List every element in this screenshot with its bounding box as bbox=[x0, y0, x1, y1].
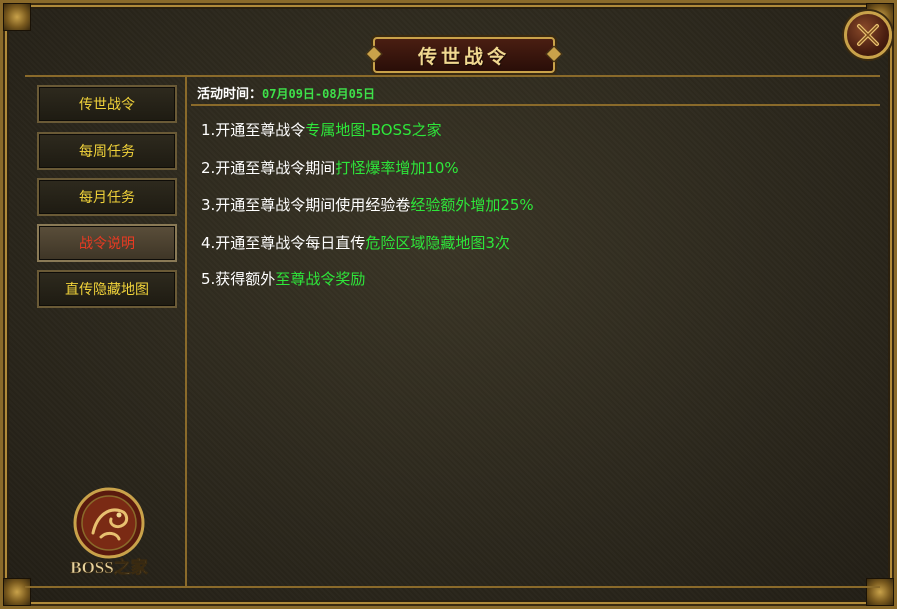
event-time-value: 07月09日-08月05日 bbox=[262, 87, 376, 101]
event-time: 活动时间：07月09日-08月05日 bbox=[197, 83, 375, 102]
item-text: 4.开通至尊战令每日直传 bbox=[201, 234, 366, 252]
sidebar-item-label: 传世战令 bbox=[79, 97, 135, 113]
boss-home-logo: BOSS之家 bbox=[57, 485, 161, 581]
main-content: 活动时间：07月09日-08月05日 1.开通至尊战令专属地图-BOSS之家 2… bbox=[191, 77, 880, 587]
sidebar-item-hidden-map[interactable]: 直传隐藏地图 bbox=[37, 270, 177, 308]
item-highlight: 专属地图-BOSS之家 bbox=[305, 121, 442, 139]
item-highlight: 打怪爆率增加10% bbox=[335, 159, 459, 177]
item-text: 5.获得额外 bbox=[201, 270, 276, 288]
dialog-frame: 传世战令 传世战令 每周任务 每月任务 战令说明 直传隐藏地图 BOSS之家 活… bbox=[0, 0, 897, 609]
content-divider bbox=[191, 104, 880, 106]
item-text: 2.开通至尊战令期间 bbox=[201, 159, 336, 177]
close-x-icon bbox=[857, 24, 879, 46]
sidebar-item-label: 战令说明 bbox=[79, 236, 135, 252]
sidebar-item-pass-description[interactable]: 战令说明 bbox=[37, 224, 177, 262]
item-text: 3.开通至尊战令期间使用经验卷 bbox=[201, 196, 411, 214]
list-item: 3.开通至尊战令期间使用经验卷经验额外增加25% bbox=[201, 194, 534, 215]
item-highlight: 经验额外增加25% bbox=[410, 196, 534, 214]
sidebar-item-label: 每周任务 bbox=[79, 144, 135, 160]
sidebar-item-label: 每月任务 bbox=[79, 190, 135, 206]
item-highlight: 危险区域隐藏地图3次 bbox=[365, 234, 510, 252]
bottom-divider bbox=[25, 586, 880, 588]
list-item: 1.开通至尊战令专属地图-BOSS之家 bbox=[201, 119, 442, 140]
logo-text: BOSS之家 bbox=[70, 557, 147, 577]
title-plate: 传世战令 bbox=[373, 37, 555, 73]
dialog-title: 传世战令 bbox=[417, 45, 510, 68]
sidebar: 传世战令 每周任务 每月任务 战令说明 直传隐藏地图 BOSS之家 bbox=[27, 77, 187, 587]
list-item: 5.获得额外至尊战令奖励 bbox=[201, 268, 365, 289]
sidebar-item-weekly-tasks[interactable]: 每周任务 bbox=[37, 132, 177, 170]
item-highlight: 至尊战令奖励 bbox=[275, 270, 366, 288]
list-item: 4.开通至尊战令每日直传危险区域隐藏地图3次 bbox=[201, 232, 510, 253]
sidebar-item-label: 直传隐藏地图 bbox=[65, 282, 149, 298]
sidebar-item-battle-pass[interactable]: 传世战令 bbox=[37, 85, 177, 123]
event-time-label: 活动时间： bbox=[197, 87, 263, 102]
sidebar-item-monthly-tasks[interactable]: 每月任务 bbox=[37, 178, 177, 216]
corner-ornament bbox=[3, 3, 31, 31]
dragon-emblem-icon: BOSS之家 bbox=[70, 487, 148, 577]
list-item: 2.开通至尊战令期间打怪爆率增加10% bbox=[201, 157, 459, 178]
item-text: 1.开通至尊战令 bbox=[201, 121, 306, 139]
close-button[interactable] bbox=[844, 11, 892, 59]
